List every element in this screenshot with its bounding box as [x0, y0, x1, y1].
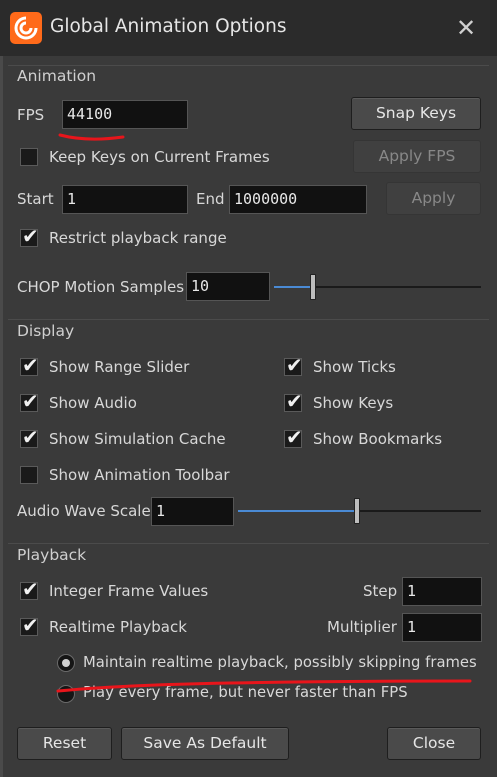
chop-samples-slider[interactable]: [274, 286, 481, 288]
multiplier-input[interactable]: 1: [402, 613, 482, 642]
radio-skip-frames[interactable]: [57, 654, 75, 672]
section-divider: [8, 543, 489, 544]
end-label: End: [196, 190, 225, 208]
show-keys-checkbox[interactable]: ✔: [284, 390, 303, 412]
window-title: Global Animation Options: [50, 16, 287, 37]
checkmark-icon: ✔: [22, 353, 39, 377]
checkmark-icon: ✔: [22, 389, 39, 413]
start-label: Start: [17, 190, 54, 208]
show-ticks-label: Show Ticks: [313, 358, 396, 376]
show-sim-cache-label: Show Simulation Cache: [49, 430, 226, 448]
checkmark-icon: ✔: [22, 613, 39, 637]
title-bar: Global Animation Options ✕: [0, 0, 497, 56]
section-display-label: Display: [17, 322, 75, 340]
checkmark-icon: ✔: [286, 353, 303, 377]
slider-fill: [274, 286, 313, 288]
slider-fill: [238, 510, 357, 512]
chop-samples-input[interactable]: 10: [186, 272, 270, 301]
show-range-slider-checkbox[interactable]: ✔: [20, 354, 39, 376]
radio-every-frame[interactable]: [57, 685, 75, 703]
show-range-slider-label: Show Range Slider: [49, 358, 190, 376]
integer-frames-checkbox[interactable]: ✔: [20, 578, 39, 600]
radio-skip-frames-label: Maintain realtime playback, possibly ski…: [83, 654, 477, 671]
step-input[interactable]: 1: [402, 577, 482, 606]
checkmark-icon: ✔: [22, 425, 39, 449]
step-label: Step: [363, 582, 398, 600]
checkmark-icon: ✔: [22, 577, 39, 601]
show-bookmarks-label: Show Bookmarks: [313, 430, 443, 448]
keep-keys-checkbox[interactable]: [20, 148, 38, 166]
audio-wave-slider-handle[interactable]: [354, 498, 360, 524]
restrict-range-label: Restrict playback range: [49, 229, 227, 247]
fps-input[interactable]: 44100: [62, 100, 188, 129]
window-edge: [0, 56, 3, 777]
close-button[interactable]: Close: [387, 727, 481, 760]
start-input[interactable]: 1: [62, 185, 188, 214]
checkmark-icon: ✔: [22, 224, 39, 248]
section-divider: [8, 65, 489, 66]
apply-fps-button[interactable]: Apply FPS: [353, 140, 481, 173]
reset-button[interactable]: Reset: [17, 727, 112, 760]
chop-slider-handle[interactable]: [310, 274, 316, 300]
close-x-icon[interactable]: ✕: [452, 14, 480, 42]
keep-keys-label: Keep Keys on Current Frames: [49, 148, 270, 166]
checkmark-icon: ✔: [286, 425, 303, 449]
realtime-playback-label: Realtime Playback: [49, 618, 187, 636]
show-anim-toolbar-label: Show Animation Toolbar: [49, 466, 230, 484]
integer-frames-label: Integer Frame Values: [49, 582, 209, 600]
apply-button[interactable]: Apply: [386, 182, 481, 215]
show-anim-toolbar-checkbox[interactable]: [20, 466, 38, 484]
fps-label: FPS: [17, 106, 45, 124]
show-keys-label: Show Keys: [313, 394, 394, 412]
audio-wave-scale-input[interactable]: 1: [151, 497, 234, 526]
radio-selected-dot: [62, 659, 70, 667]
houdini-logo-icon: [10, 12, 42, 44]
show-ticks-checkbox[interactable]: ✔: [284, 354, 303, 376]
section-playback-label: Playback: [17, 546, 87, 564]
show-sim-cache-checkbox[interactable]: ✔: [20, 426, 39, 448]
show-audio-checkbox[interactable]: ✔: [20, 390, 39, 412]
restrict-range-checkbox[interactable]: ✔: [20, 225, 39, 247]
snap-keys-button[interactable]: Snap Keys: [351, 97, 481, 130]
section-animation-label: Animation: [17, 67, 97, 85]
radio-every-frame-label: Play every frame, but never faster than …: [83, 684, 408, 701]
checkmark-icon: ✔: [286, 389, 303, 413]
realtime-playback-checkbox[interactable]: ✔: [20, 614, 39, 636]
audio-wave-scale-label: Audio Wave Scale: [17, 502, 151, 520]
save-as-default-button[interactable]: Save As Default: [121, 727, 289, 760]
end-input[interactable]: 1000000: [229, 185, 367, 214]
section-divider: [8, 319, 489, 320]
multiplier-label: Multiplier: [327, 618, 397, 636]
show-bookmarks-checkbox[interactable]: ✔: [284, 426, 303, 448]
show-audio-label: Show Audio: [49, 394, 137, 412]
chop-samples-label: CHOP Motion Samples: [17, 278, 185, 296]
